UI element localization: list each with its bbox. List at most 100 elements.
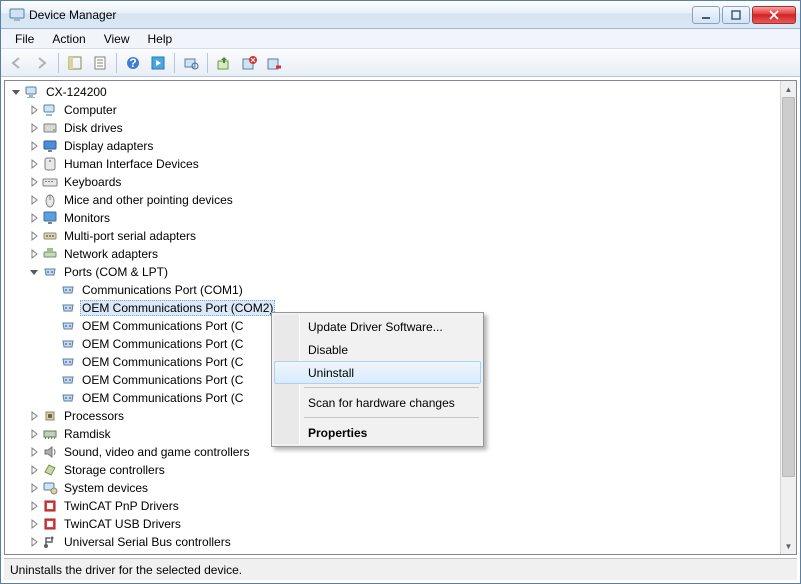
tree-item-label: Monitors <box>62 210 112 226</box>
update-driver-button[interactable] <box>212 51 236 75</box>
scroll-thumb[interactable] <box>782 97 795 477</box>
tree-item-label: Ramdisk <box>62 426 113 442</box>
context-properties[interactable]: Properties <box>274 421 481 444</box>
tree-item-label: Universal Serial Bus controllers <box>62 534 233 550</box>
tree-item-label: Processors <box>62 408 126 424</box>
tree-item[interactable]: Mice and other pointing devices <box>7 191 778 209</box>
monitor-icon <box>42 210 58 226</box>
expand-icon[interactable] <box>27 499 41 513</box>
tree-item[interactable]: Network adapters <box>7 245 778 263</box>
tree-item[interactable]: Human Interface Devices <box>7 155 778 173</box>
ram-icon <box>42 426 58 442</box>
device-manager-window: Device Manager File Action View Help ? C… <box>0 0 801 584</box>
tree-item-label: Computer <box>62 102 119 118</box>
expand-icon[interactable] <box>27 121 41 135</box>
expand-icon[interactable] <box>27 157 41 171</box>
help-button[interactable]: ? <box>121 51 145 75</box>
tree-item[interactable]: Multi-port serial adapters <box>7 227 778 245</box>
expand-icon[interactable] <box>27 175 41 189</box>
back-button[interactable] <box>5 51 29 75</box>
properties-button[interactable] <box>88 51 112 75</box>
tree-item[interactable]: Keyboards <box>7 173 778 191</box>
tree-item[interactable]: Disk drives <box>7 119 778 137</box>
maximize-button[interactable] <box>722 6 750 24</box>
tree-item-label: TwinCAT USB Drivers <box>62 516 183 532</box>
expand-icon[interactable] <box>27 427 41 441</box>
context-uninstall[interactable]: Uninstall <box>274 361 481 384</box>
window-buttons <box>692 6 796 24</box>
tree-item[interactable]: TwinCAT PnP Drivers <box>7 497 778 515</box>
menu-action[interactable]: Action <box>44 30 93 48</box>
tree-item-label: Disk drives <box>62 120 125 136</box>
expand-icon[interactable] <box>27 445 41 459</box>
action-button[interactable] <box>146 51 170 75</box>
scroll-up-icon[interactable]: ▲ <box>781 81 796 97</box>
port-icon <box>60 300 76 316</box>
menu-help[interactable]: Help <box>140 30 181 48</box>
statusbar: Uninstalls the driver for the selected d… <box>4 558 797 580</box>
tree-item[interactable]: Communications Port (COM1) <box>7 281 778 299</box>
context-disable[interactable]: Disable <box>274 338 481 361</box>
status-text: Uninstalls the driver for the selected d… <box>10 563 242 577</box>
context-update-driver-software[interactable]: Update Driver Software... <box>274 315 481 338</box>
port-icon <box>60 318 76 334</box>
expand-icon[interactable] <box>27 193 41 207</box>
tree-item-label: OEM Communications Port (C <box>80 336 245 352</box>
tree-item[interactable]: CX-124200 <box>7 83 778 101</box>
uninstall-button[interactable] <box>237 51 261 75</box>
collapse-icon[interactable] <box>27 265 41 279</box>
spacer <box>45 355 59 369</box>
expand-icon[interactable] <box>27 535 41 549</box>
spacer <box>45 283 59 297</box>
tree-item[interactable]: Storage controllers <box>7 461 778 479</box>
tree-item[interactable]: System devices <box>7 479 778 497</box>
expand-icon[interactable] <box>27 211 41 225</box>
menu-view[interactable]: View <box>96 30 138 48</box>
expand-icon[interactable] <box>27 247 41 261</box>
tree-item-label: Sound, video and game controllers <box>62 444 251 460</box>
hid-icon <box>42 156 58 172</box>
scroll-down-icon[interactable]: ▼ <box>781 538 796 554</box>
scan-hardware-button[interactable] <box>179 51 203 75</box>
expand-icon[interactable] <box>27 229 41 243</box>
tree-item[interactable]: Monitors <box>7 209 778 227</box>
tree-item-label: Human Interface Devices <box>62 156 201 172</box>
tree-item[interactable]: Computer <box>7 101 778 119</box>
expand-icon[interactable] <box>27 481 41 495</box>
tree-item[interactable]: Ports (COM & LPT) <box>7 263 778 281</box>
tree-item-label: OEM Communications Port (COM2) <box>80 300 275 316</box>
menu-file[interactable]: File <box>7 30 42 48</box>
computer-icon <box>42 102 58 118</box>
expand-icon[interactable] <box>27 463 41 477</box>
close-button[interactable] <box>752 6 796 24</box>
system-icon <box>42 480 58 496</box>
disable-button[interactable] <box>262 51 286 75</box>
expand-icon[interactable] <box>27 139 41 153</box>
tree-item[interactable]: TwinCAT USB Drivers <box>7 515 778 533</box>
expand-icon[interactable] <box>27 103 41 117</box>
tree-item[interactable]: Display adapters <box>7 137 778 155</box>
show-hide-console-tree-button[interactable] <box>63 51 87 75</box>
tree-item-label: Display adapters <box>62 138 155 154</box>
disk-icon <box>42 120 58 136</box>
forward-button[interactable] <box>30 51 54 75</box>
context-menu: Update Driver Software...DisableUninstal… <box>271 312 484 447</box>
tree-item-label: Network adapters <box>62 246 160 262</box>
storage-icon <box>42 462 58 478</box>
minimize-button[interactable] <box>692 6 720 24</box>
context-scan-for-hardware-changes[interactable]: Scan for hardware changes <box>274 391 481 414</box>
port-icon <box>60 282 76 298</box>
titlebar[interactable]: Device Manager <box>1 1 800 29</box>
context-separator <box>304 417 479 418</box>
tree-item[interactable]: Universal Serial Bus controllers <box>7 533 778 551</box>
tree-item-label: System devices <box>62 480 150 496</box>
port-icon <box>60 354 76 370</box>
expand-icon[interactable] <box>27 517 41 531</box>
expand-icon[interactable] <box>27 409 41 423</box>
port-icon <box>60 372 76 388</box>
vertical-scrollbar[interactable]: ▲ ▼ <box>780 81 796 554</box>
mouse-icon <box>42 192 58 208</box>
tree-item-label: OEM Communications Port (C <box>80 390 245 406</box>
usb-icon <box>42 534 58 550</box>
collapse-icon[interactable] <box>9 85 23 99</box>
